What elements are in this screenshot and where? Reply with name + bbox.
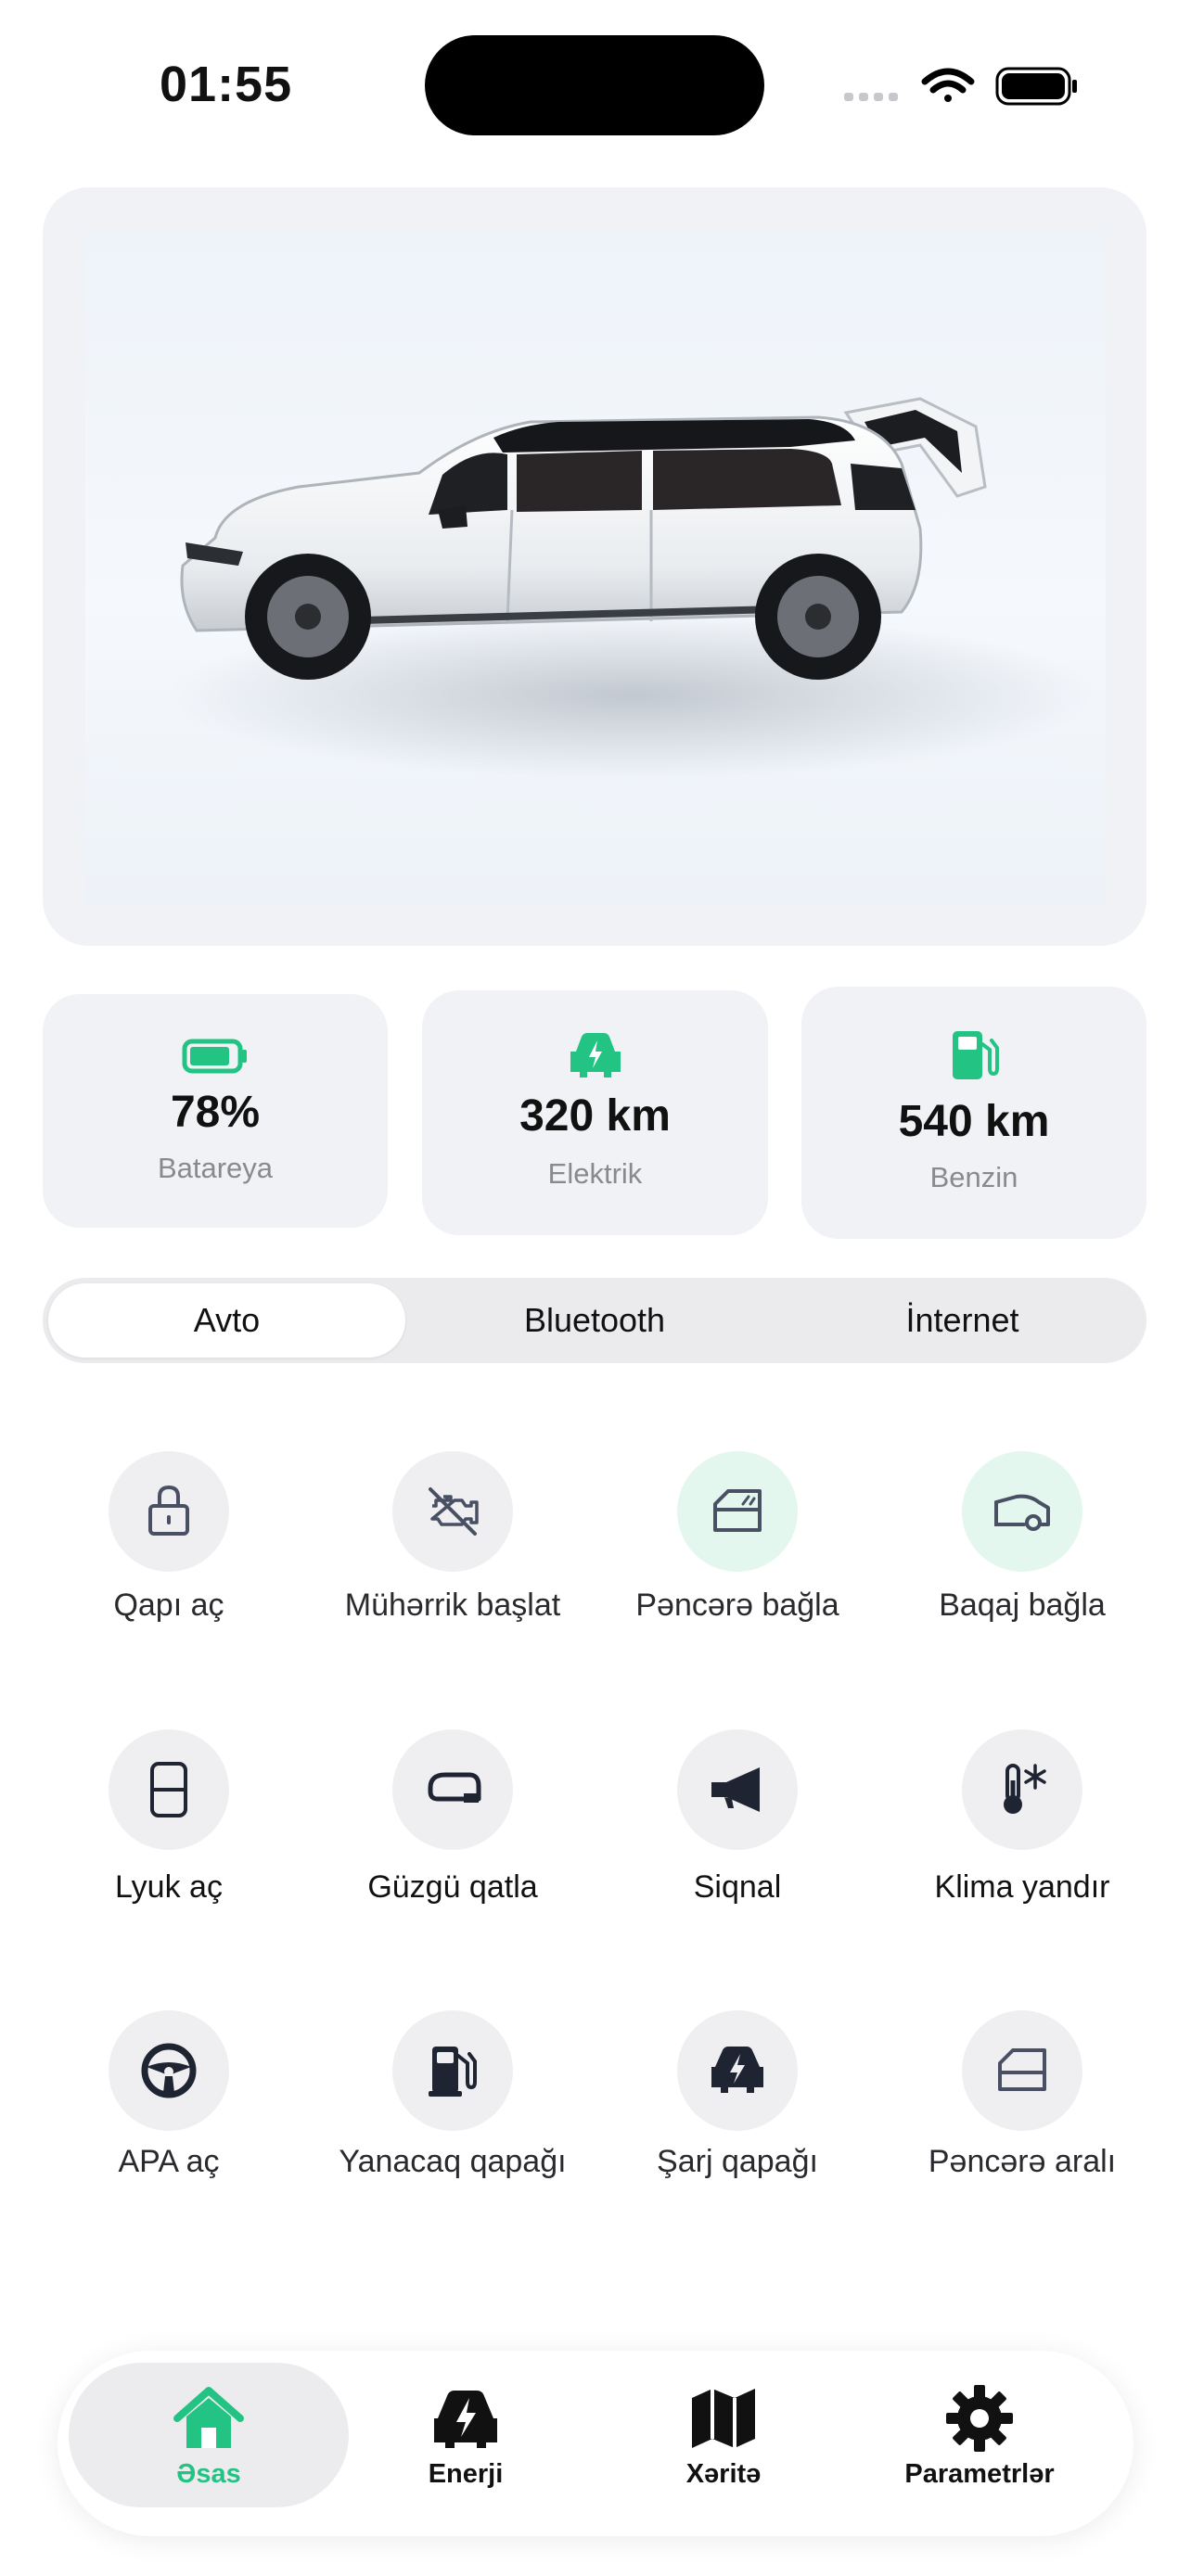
electric-range-value: 320 km: [519, 1091, 671, 1141]
front-wheel: [245, 554, 371, 680]
wifi-icon: [921, 68, 975, 102]
mirror-fold-label: Güzgü qatla: [367, 1869, 538, 1905]
segment-bluetooth[interactable]: Bluetooth: [413, 1278, 776, 1363]
map-icon: [692, 2389, 755, 2448]
window-close-label: Pəncərə bağla: [635, 1588, 839, 1623]
horn-button[interactable]: [677, 1729, 798, 1850]
tab-home[interactable]: Əsas: [69, 2363, 349, 2507]
status-time: 01:55: [160, 57, 293, 112]
segment-avto[interactable]: Avto: [48, 1278, 405, 1363]
engine-icon: [429, 1487, 479, 1536]
horn-label: Siqnal: [693, 1869, 782, 1905]
electric-car-icon: [570, 1033, 621, 1078]
fuel-cap-label: Yanacaq qapağı: [339, 2144, 567, 2179]
energy-icon: [434, 2391, 497, 2448]
tab-home-label: Əsas: [176, 2459, 241, 2489]
apa-button[interactable]: [109, 2010, 229, 2131]
charge-port-icon: [711, 2047, 763, 2093]
apa-label: APA aç: [118, 2144, 220, 2179]
sunroof-icon: [150, 1762, 187, 1817]
window-icon: [713, 1489, 762, 1532]
fuel-cap-button[interactable]: [392, 2010, 513, 2131]
tab-settings-label: Parametrlər: [904, 2459, 1055, 2489]
mirror-fold-button[interactable]: [392, 1729, 513, 1850]
vehicle-image: [169, 397, 1096, 779]
dynamic-island: [425, 35, 764, 135]
fuel-cap-icon: [429, 2047, 477, 2097]
cellular-signal-icon: [844, 93, 898, 101]
battery-label: Batareya: [157, 1152, 274, 1184]
tab-settings[interactable]: Parametrlər: [859, 2363, 1100, 2507]
battery-icon: [995, 67, 1077, 106]
door-unlock-button[interactable]: [109, 1451, 229, 1572]
rear-wheel: [755, 554, 881, 680]
home-icon: [173, 2387, 244, 2448]
electric-range-card[interactable]: 320 km Elektrik: [422, 990, 768, 1235]
horn-icon: [711, 1767, 760, 1812]
door-unlock-label: Qapı aç: [113, 1588, 224, 1623]
engine-start-button[interactable]: [392, 1451, 513, 1572]
window-close-button[interactable]: [677, 1451, 798, 1572]
climate-on-button[interactable]: [962, 1729, 1082, 1850]
battery-icon: [182, 1039, 247, 1074]
segment-internet[interactable]: İnternet: [784, 1278, 1141, 1363]
fuel-range-label: Benzin: [929, 1161, 1018, 1193]
window-vent-label: Pəncərə aralı: [928, 2144, 1117, 2179]
window-vent-icon: [998, 2048, 1046, 2091]
fuel-range-value: 540 km: [898, 1097, 1050, 1146]
charge-port-button[interactable]: [677, 2010, 798, 2131]
trunk-close-button[interactable]: [962, 1451, 1082, 1572]
status-icons: [844, 67, 1077, 106]
sunroof-open-button[interactable]: [109, 1729, 229, 1850]
tab-map-label: Xəritə: [685, 2459, 762, 2489]
tab-map[interactable]: Xəritə: [603, 2363, 844, 2507]
engine-start-label: Mühərrik başlat: [344, 1588, 561, 1623]
battery-card[interactable]: 78% Batareya: [43, 994, 388, 1228]
tab-energy[interactable]: Enerji: [345, 2363, 586, 2507]
lock-icon: [148, 1485, 189, 1536]
trunk-icon: [994, 1494, 1050, 1531]
mirror-icon: [428, 1772, 481, 1803]
gear-icon: [946, 2385, 1013, 2452]
climate-on-label: Klima yandır: [934, 1869, 1110, 1905]
charge-port-label: Şarj qapağı: [657, 2144, 818, 2179]
sunroof-open-label: Lyuk aç: [115, 1869, 223, 1905]
steering-wheel-icon: [141, 2043, 197, 2098]
battery-value: 78%: [170, 1088, 261, 1137]
tab-energy-label: Enerji: [428, 2459, 504, 2489]
trunk-close-label: Baqaj bağla: [939, 1588, 1106, 1623]
fuel-pump-icon: [953, 1031, 999, 1079]
fuel-range-card[interactable]: 540 km Benzin: [801, 987, 1146, 1239]
electric-range-label: Elektrik: [547, 1157, 643, 1190]
climate-icon: [1004, 1764, 1046, 1814]
window-vent-button[interactable]: [962, 2010, 1082, 2131]
